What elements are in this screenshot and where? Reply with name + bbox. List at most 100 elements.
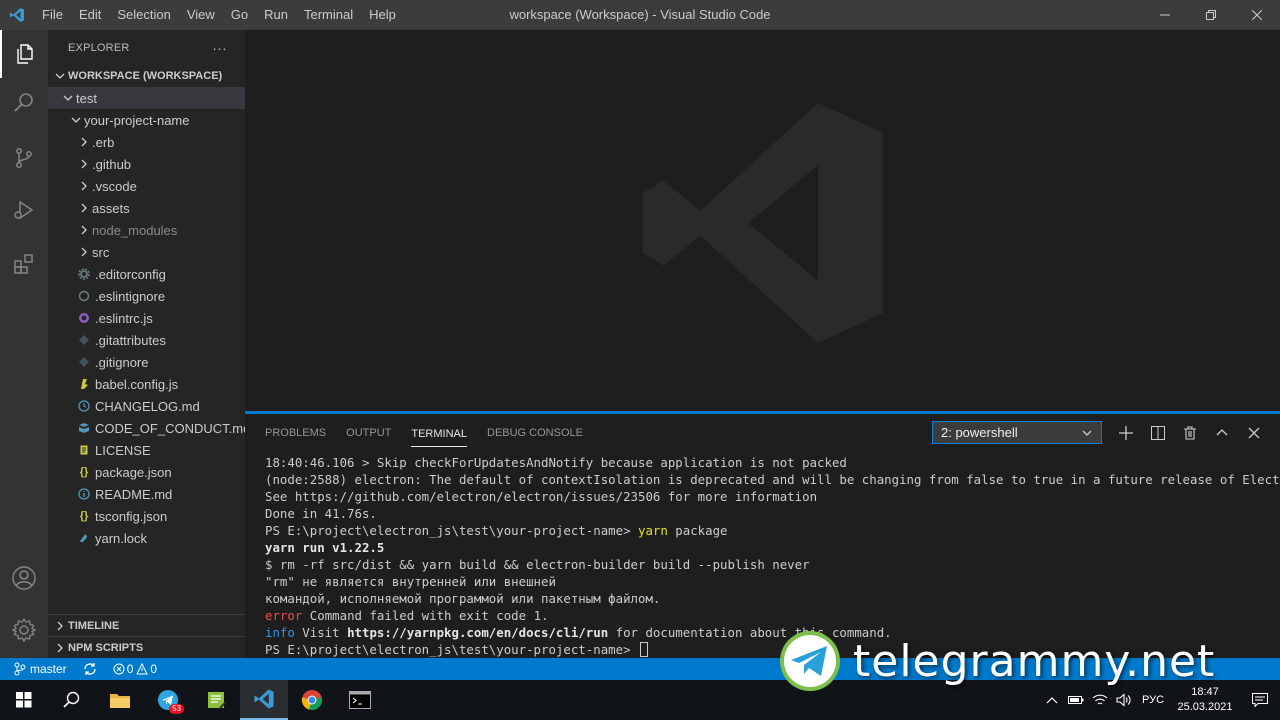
sync-button[interactable] xyxy=(75,658,105,680)
more-actions-icon[interactable]: ··· xyxy=(212,40,227,56)
menu-selection[interactable]: Selection xyxy=(109,0,178,30)
tree-file[interactable]: .gitignore xyxy=(48,351,245,373)
account-icon[interactable] xyxy=(0,554,48,602)
tree-folder[interactable]: assets xyxy=(48,197,245,219)
minimize-icon xyxy=(1160,14,1170,16)
terminal-segment: See https://github.com/electron/electron… xyxy=(265,489,818,504)
editorconfig-icon xyxy=(76,266,92,282)
telegram-badge: 53 xyxy=(169,704,184,714)
chevron-right-icon xyxy=(52,643,68,653)
tree-item-label: LICENSE xyxy=(95,442,151,458)
terminal-line: yarn run v1.22.5 xyxy=(265,539,1265,556)
tree-file[interactable]: .gitattributes xyxy=(48,329,245,351)
menu-run[interactable]: Run xyxy=(256,0,296,30)
tree-folder[interactable]: .github xyxy=(48,153,245,175)
tree-file[interactable]: babel.config.js xyxy=(48,373,245,395)
close-icon xyxy=(1248,427,1260,439)
close-panel-button[interactable] xyxy=(1238,422,1270,444)
tree-folder[interactable]: .erb xyxy=(48,131,245,153)
close-window-button[interactable] xyxy=(1234,0,1280,30)
tree-item-label: assets xyxy=(92,200,130,216)
menu-view[interactable]: View xyxy=(179,0,223,30)
branch-name: master xyxy=(30,662,67,676)
file-explorer-app[interactable] xyxy=(96,680,144,720)
terminal-line: 18:40:46.106 > Skip checkForUpdatesAndNo… xyxy=(265,454,1265,471)
battery-icon xyxy=(1068,696,1084,704)
new-terminal-button[interactable] xyxy=(1110,422,1142,444)
manage-gear-icon[interactable] xyxy=(0,606,48,654)
menu-edit[interactable]: Edit xyxy=(71,0,109,30)
menu-terminal[interactable]: Terminal xyxy=(296,0,361,30)
terminal-line: Done in 41.76s. xyxy=(265,505,1265,522)
minimize-button[interactable] xyxy=(1142,0,1188,30)
tree-folder[interactable]: your-project-name xyxy=(48,109,245,131)
run-debug-icon[interactable] xyxy=(0,186,48,234)
tree-file[interactable]: .editorconfig xyxy=(48,263,245,285)
tab-debug-console[interactable]: DEBUG CONSOLE xyxy=(487,414,583,452)
menu-help[interactable]: Help xyxy=(361,0,404,30)
tree-folder[interactable]: src xyxy=(48,241,245,263)
workspace-section-header[interactable]: WORKSPACE (WORKSPACE) xyxy=(48,65,245,87)
tree-item-label: test xyxy=(76,90,97,106)
chrome-app[interactable] xyxy=(288,680,336,720)
menu-file[interactable]: File xyxy=(34,0,71,30)
npm-scripts-section-header[interactable]: NPM SCRIPTS xyxy=(48,636,245,658)
tree-file[interactable]: CODE_OF_CONDUCT.md xyxy=(48,417,245,439)
tree-item-label: node_modules xyxy=(92,222,178,238)
notepad-app[interactable] xyxy=(192,680,240,720)
terminal-app[interactable] xyxy=(336,680,384,720)
tree-folder[interactable]: node_modules xyxy=(48,219,245,241)
panel-actions xyxy=(1110,422,1270,444)
tree-file[interactable]: {} package.json xyxy=(48,461,245,483)
tree-item-label: package.json xyxy=(95,464,172,480)
markdown-icon xyxy=(76,420,92,436)
extensions-icon[interactable] xyxy=(0,240,48,288)
vscode-app[interactable] xyxy=(240,680,288,720)
tree-folder[interactable]: .vscode xyxy=(48,175,245,197)
terminal-line: See https://github.com/electron/electron… xyxy=(265,488,1265,505)
tree-file[interactable]: CHANGELOG.md xyxy=(48,395,245,417)
telegram-app[interactable]: 53 xyxy=(144,680,192,720)
chevron-down-icon xyxy=(1082,430,1092,436)
branch-status[interactable]: master xyxy=(0,658,75,680)
kill-terminal-button[interactable] xyxy=(1174,422,1206,444)
restore-button[interactable] xyxy=(1188,0,1234,30)
terminal-segment: Command failed with exit code 1. xyxy=(302,608,549,623)
volume-icon xyxy=(1116,693,1131,707)
tree-item-label: .github xyxy=(92,156,132,172)
terminal-select[interactable]: 2: powershell xyxy=(932,421,1102,444)
menu-go[interactable]: Go xyxy=(223,0,256,30)
maximize-panel-button[interactable] xyxy=(1206,422,1238,444)
sync-icon xyxy=(84,663,96,675)
tree-item-label: .vscode xyxy=(92,178,137,194)
timeline-section-header[interactable]: TIMELINE xyxy=(48,614,245,636)
tree-item-label: .gitignore xyxy=(95,354,149,370)
tree-file[interactable]: .eslintrc.js xyxy=(48,307,245,329)
tree-item-label: .eslintignore xyxy=(95,288,166,304)
json-icon: {} xyxy=(79,510,89,522)
tab-terminal[interactable]: TERMINAL xyxy=(411,419,467,447)
windows-start-button[interactable] xyxy=(0,680,48,720)
babel-icon xyxy=(76,376,92,392)
tree-item-label: .eslintrc.js xyxy=(95,310,153,326)
terminal-line: error Command failed with exit code 1. xyxy=(265,607,1265,624)
split-terminal-button[interactable] xyxy=(1142,422,1174,444)
tab-output[interactable]: OUTPUT xyxy=(346,414,391,452)
window-controls xyxy=(1142,0,1280,30)
tree-file[interactable]: .eslintignore xyxy=(48,285,245,307)
tree-folder[interactable]: test xyxy=(48,87,245,109)
terminal-segment: info xyxy=(265,625,295,640)
tab-problems[interactable]: PROBLEMS xyxy=(265,414,326,452)
tree-file[interactable]: LICENSE xyxy=(48,439,245,461)
taskbar-search-button[interactable] xyxy=(48,680,96,720)
search-icon[interactable] xyxy=(0,78,48,126)
explorer-icon[interactable] xyxy=(0,30,48,78)
tree-file[interactable]: README.md xyxy=(48,483,245,505)
chevron-right-icon xyxy=(76,222,92,238)
terminal-line: "rm" не является внутренней или внешней xyxy=(265,573,1265,590)
tree-file[interactable]: {} tsconfig.json xyxy=(48,505,245,527)
tree-file[interactable]: yarn.lock xyxy=(48,527,245,549)
source-control-icon[interactable] xyxy=(0,134,48,182)
terminal-segment: PS E:\project\electron_js\test\your-proj… xyxy=(265,523,638,538)
problems-status[interactable]: 0 0 xyxy=(105,658,165,680)
